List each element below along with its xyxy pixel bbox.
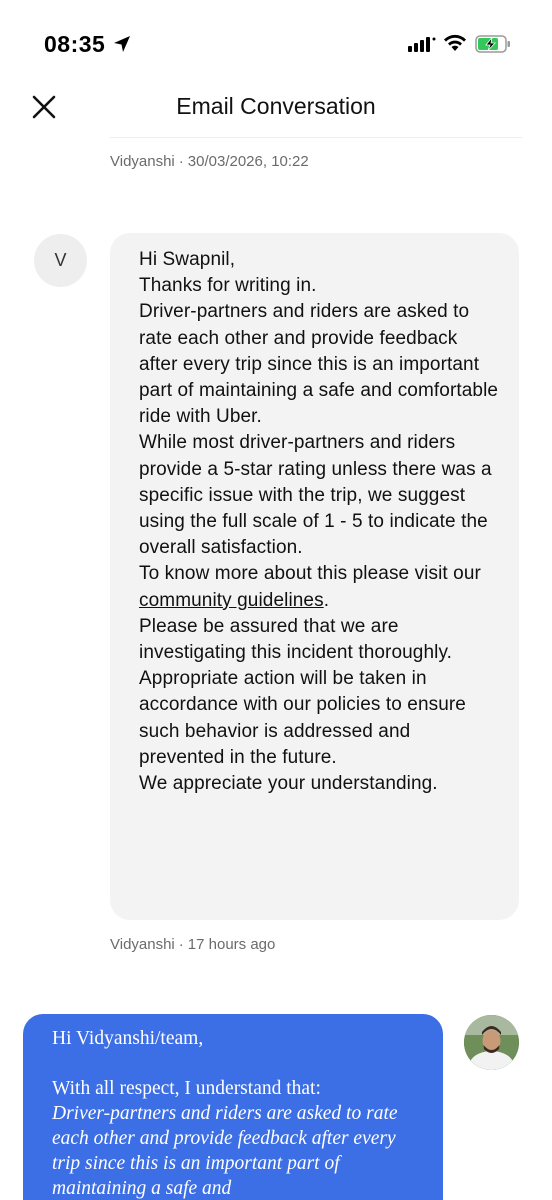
user-avatar-image xyxy=(464,1015,519,1070)
message-meta: Vidyanshi · 17 hours ago xyxy=(110,936,276,953)
header-bar: Email Conversation xyxy=(0,80,552,138)
location-arrow-icon xyxy=(114,36,130,52)
status-time: 08:35 xyxy=(44,31,106,57)
user-avatar xyxy=(464,1015,519,1070)
header-divider xyxy=(110,137,522,138)
agent-message-bubble: Hi Swapnil, Thanks for writing in. Drive… xyxy=(110,233,519,920)
message-sender: Vidyanshi xyxy=(110,936,175,953)
message-timestamp: 17 hours ago xyxy=(187,936,276,953)
avatar: V xyxy=(34,234,87,287)
page-title: Email Conversation xyxy=(176,93,376,119)
message-paragraph: Driver-partners and riders are asked to … xyxy=(139,301,499,428)
avatar-initial: V xyxy=(54,250,67,270)
message-paragraph: We appreciate your understanding. xyxy=(139,773,438,795)
message-paragraph: To know more about this please visit our… xyxy=(139,561,501,613)
message-paragraph: Please be assured that we are investigat… xyxy=(139,615,466,768)
message-quote: Driver-partners and riders are asked to … xyxy=(52,1103,398,1199)
message-text: . xyxy=(323,589,330,611)
message-line: Thanks for writing in. xyxy=(139,275,317,297)
community-guidelines-link[interactable]: community guidelines xyxy=(139,590,324,611)
status-bar: 08:35 xyxy=(0,0,552,90)
message-spacer xyxy=(52,1051,425,1076)
message-meta: Vidyanshi · 30/03/2026, 10:22 xyxy=(110,153,309,170)
message-paragraph: While most driver-partners and riders pr… xyxy=(139,432,492,559)
cellular-signal-icon xyxy=(408,37,436,52)
message-timestamp: 30/03/2026, 10:22 xyxy=(187,153,309,170)
message-line: Hi Vidyanshi/team, xyxy=(52,1028,204,1049)
message-text: To know more about this please visit our xyxy=(139,563,481,585)
user-message-bubble: Hi Vidyanshi/team, With all respect, I u… xyxy=(23,1014,443,1200)
message-line: Hi Swapnil, xyxy=(139,249,236,270)
message-line: With all respect, I understand that: xyxy=(52,1078,321,1099)
battery-charging-icon xyxy=(475,35,510,53)
wifi-icon xyxy=(444,34,466,51)
message-sender: Vidyanshi xyxy=(110,153,175,170)
